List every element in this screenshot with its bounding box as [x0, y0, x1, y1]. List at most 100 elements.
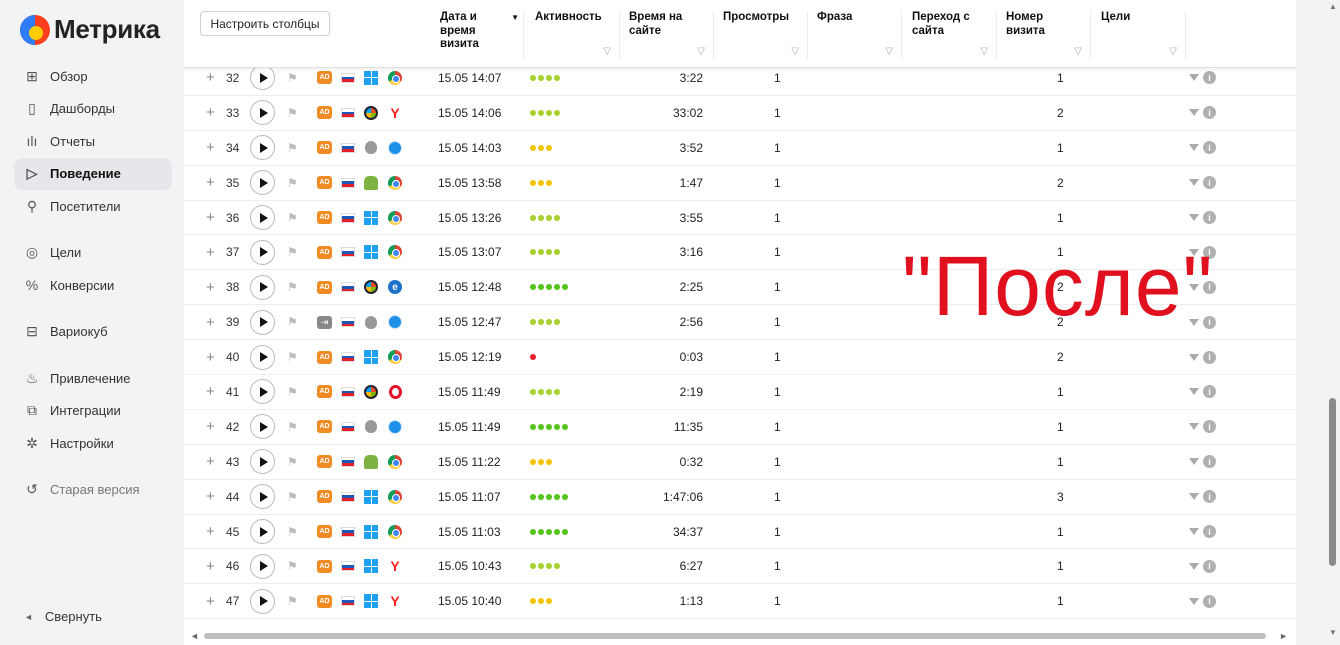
table-row[interactable]: +41 ⚑ AD 15.05 11:49 2:19 1 1 i — [184, 375, 1296, 410]
sidebar-item[interactable]: ▷ Поведение — [14, 157, 172, 190]
filter-icon[interactable]: ▽ — [1074, 45, 1082, 59]
info-icon[interactable]: i — [1203, 71, 1216, 85]
play-recording-button[interactable] — [250, 166, 275, 200]
flag-icon[interactable]: ⚑ — [287, 584, 298, 618]
collapse-sidebar-button[interactable]: ◄ Свернуть — [24, 609, 102, 624]
table-row[interactable]: +34 ⚑ AD 15.05 14:03 3:52 1 1 i — [184, 131, 1296, 166]
filter-icon[interactable]: ▽ — [980, 45, 988, 59]
expand-row-icon[interactable]: + — [206, 515, 215, 549]
scroll-right-icon[interactable]: ► — [1279, 631, 1288, 641]
scroll-up-icon[interactable]: ▲ — [1329, 2, 1337, 11]
expand-row-icon[interactable]: + — [206, 584, 215, 618]
flag-icon[interactable]: ⚑ — [287, 131, 298, 165]
filter-icon[interactable]: ▽ — [791, 45, 799, 59]
sidebar-item[interactable]: ◎ Цели — [14, 237, 172, 270]
funnel-icon[interactable] — [1189, 423, 1199, 431]
info-icon[interactable]: i — [1203, 490, 1216, 504]
sidebar-item[interactable]: ♨ Привлечение — [14, 362, 172, 395]
expand-row-icon[interactable]: + — [206, 166, 215, 200]
table-row[interactable]: +47 ⚑ AD Y 15.05 10:40 1:13 1 1 i — [184, 584, 1296, 620]
play-recording-button[interactable] — [250, 235, 275, 269]
table-row[interactable]: +36 ⚑ AD 15.05 13:26 3:55 1 1 i — [184, 201, 1296, 236]
flag-icon[interactable]: ⚑ — [287, 96, 298, 130]
table-row[interactable]: +40 ⚑ AD 15.05 12:19 0:03 1 2 i — [184, 340, 1296, 376]
funnel-icon[interactable] — [1189, 528, 1199, 536]
play-recording-button[interactable] — [250, 549, 275, 583]
flag-icon[interactable]: ⚑ — [287, 549, 298, 583]
flag-icon[interactable]: ⚑ — [287, 410, 298, 444]
info-icon[interactable]: i — [1203, 559, 1216, 573]
funnel-icon[interactable] — [1189, 353, 1199, 361]
funnel-icon[interactable] — [1189, 109, 1199, 117]
flag-icon[interactable]: ⚑ — [287, 166, 298, 200]
flag-icon[interactable]: ⚑ — [287, 445, 298, 479]
flag-icon[interactable]: ⚑ — [287, 480, 298, 514]
table-row[interactable]: +43 ⚑ AD 15.05 11:22 0:32 1 1 i — [184, 445, 1296, 480]
funnel-icon[interactable] — [1189, 388, 1199, 396]
flag-icon[interactable]: ⚑ — [287, 515, 298, 549]
sidebar-item[interactable]: ⚲ Посетители — [14, 190, 172, 223]
expand-row-icon[interactable]: + — [206, 445, 215, 479]
column-header-activity[interactable]: Активность ▽ — [533, 11, 620, 59]
info-icon[interactable]: i — [1203, 141, 1216, 155]
table-row[interactable]: +44 ⚑ AD 15.05 11:07 1:47:06 1 3 i — [184, 480, 1296, 515]
table-row[interactable]: +45 ⚑ AD 15.05 11:03 34:37 1 1 i — [184, 515, 1296, 550]
info-icon[interactable]: i — [1203, 350, 1216, 364]
funnel-icon[interactable] — [1189, 179, 1199, 187]
play-recording-button[interactable] — [250, 270, 275, 304]
table-row[interactable]: +33 ⚑ AD Y 15.05 14:06 33:02 1 2 i — [184, 96, 1296, 131]
expand-row-icon[interactable]: + — [206, 131, 215, 165]
vertical-scroll-thumb[interactable] — [1329, 398, 1336, 566]
expand-row-icon[interactable]: + — [206, 270, 215, 304]
sidebar-item[interactable]: ⊟ Вариокуб — [14, 316, 172, 349]
play-recording-button[interactable] — [250, 375, 275, 409]
info-icon[interactable]: i — [1203, 455, 1216, 469]
column-header-referrer[interactable]: Переход с сайта ▽ — [910, 11, 997, 59]
sidebar-item[interactable]: ↺ Старая версия — [14, 474, 172, 507]
column-header-phrase[interactable]: Фраза ▽ — [815, 11, 902, 59]
column-header-pageviews[interactable]: Просмотры ▽ — [721, 11, 808, 59]
play-recording-button[interactable] — [250, 305, 275, 339]
info-icon[interactable]: i — [1203, 106, 1216, 120]
expand-row-icon[interactable]: + — [206, 549, 215, 583]
column-header-visit-number[interactable]: Номер визита ▽ — [1004, 11, 1091, 59]
play-recording-button[interactable] — [250, 410, 275, 444]
flag-icon[interactable]: ⚑ — [287, 305, 298, 339]
play-recording-button[interactable] — [250, 96, 275, 130]
play-recording-button[interactable] — [250, 515, 275, 549]
expand-row-icon[interactable]: + — [206, 201, 215, 235]
horizontal-scrollbar[interactable]: ◄ ► — [184, 628, 1296, 645]
play-recording-button[interactable] — [250, 445, 275, 479]
filter-icon[interactable]: ▽ — [697, 45, 705, 59]
funnel-icon[interactable] — [1189, 74, 1199, 82]
info-icon[interactable]: i — [1203, 385, 1216, 399]
expand-row-icon[interactable]: + — [206, 480, 215, 514]
vertical-scrollbar[interactable]: ▲ ▼ — [1326, 0, 1340, 645]
filter-icon[interactable]: ▽ — [603, 45, 611, 59]
table-row[interactable]: +35 ⚑ AD 15.05 13:58 1:47 1 2 i — [184, 166, 1296, 201]
sidebar-item[interactable]: ✲ Настройки — [14, 427, 172, 460]
info-icon[interactable]: i — [1203, 594, 1216, 608]
expand-row-icon[interactable]: + — [206, 340, 215, 374]
column-header-datetime[interactable]: Дата и время визита ▼ — [438, 11, 524, 59]
filter-icon[interactable]: ▽ — [1169, 45, 1177, 59]
column-header-time-on-site[interactable]: Время на сайте ▽ — [627, 11, 714, 59]
funnel-icon[interactable] — [1189, 144, 1199, 152]
expand-row-icon[interactable]: + — [206, 375, 215, 409]
expand-row-icon[interactable]: + — [206, 96, 215, 130]
table-row[interactable]: +46 ⚑ AD Y 15.05 10:43 6:27 1 1 i — [184, 549, 1296, 585]
funnel-icon[interactable] — [1189, 597, 1199, 605]
scroll-down-icon[interactable]: ▼ — [1329, 628, 1337, 637]
metrika-logo[interactable]: Метрика — [20, 14, 160, 45]
play-recording-button[interactable] — [250, 340, 275, 374]
sidebar-item[interactable]: ⊞ Обзор — [14, 60, 172, 93]
funnel-icon[interactable] — [1189, 214, 1199, 221]
sidebar-item[interactable]: ▯ Дашборды — [14, 93, 172, 126]
info-icon[interactable]: i — [1203, 420, 1216, 434]
play-recording-button[interactable] — [250, 201, 275, 235]
configure-columns-button[interactable]: Настроить столбцы — [200, 11, 330, 36]
expand-row-icon[interactable]: + — [206, 305, 215, 339]
sidebar-item[interactable]: ılı Отчеты — [14, 125, 172, 158]
info-icon[interactable]: i — [1203, 176, 1216, 190]
funnel-icon[interactable] — [1189, 493, 1199, 501]
